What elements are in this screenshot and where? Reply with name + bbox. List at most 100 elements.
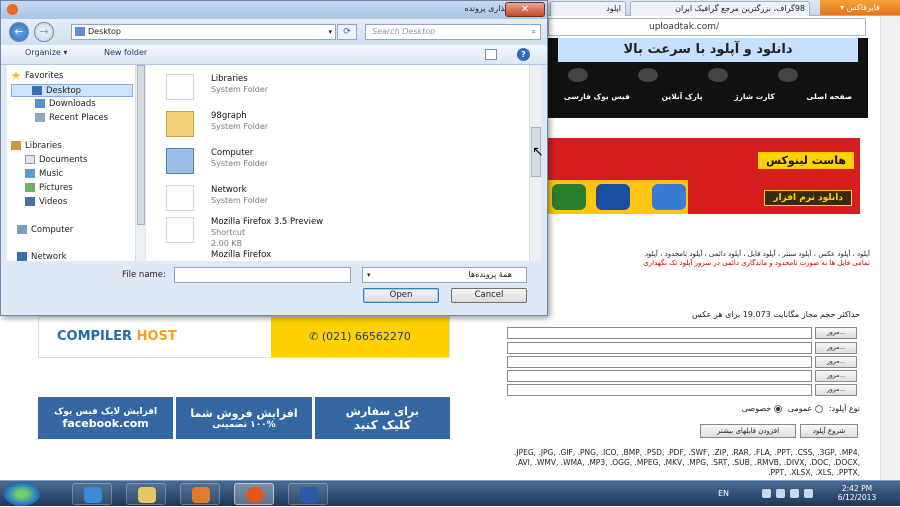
facebook-likes-ad[interactable]: افزایش لایک فیس بوک facebook.com: [38, 397, 174, 439]
upload-file-field[interactable]: [507, 370, 812, 382]
ad-line: افزایش فروش شما: [190, 406, 298, 420]
nav-music[interactable]: Music: [25, 168, 63, 181]
upload-file-field[interactable]: [507, 384, 812, 396]
list-item[interactable]: Network System Folder: [166, 181, 466, 215]
taskbar-ie[interactable]: [72, 483, 112, 505]
taskbar-word[interactable]: [288, 483, 328, 505]
file-name: Libraries: [211, 74, 248, 84]
private-radio[interactable]: [774, 404, 783, 413]
url-bar[interactable]: uploadtak.com/: [548, 18, 866, 36]
nav-home[interactable]: صفحه اصلی: [806, 92, 852, 101]
public-radio[interactable]: [815, 404, 824, 413]
nav-scroll-thumb[interactable]: [137, 65, 145, 225]
nav-downloads[interactable]: Downloads: [35, 98, 96, 111]
upload-keywords: آپلود ، آپلود عکس ، آپلود سنتر ، آپلود ف…: [644, 250, 870, 258]
nav-facebook[interactable]: فیس بوک فارسی: [564, 92, 630, 101]
order-ad[interactable]: برای سفارش کلیک کنید: [314, 397, 450, 439]
nav-park[interactable]: پارک آنلاین: [662, 92, 703, 101]
browse-button[interactable]: مرور...: [815, 342, 857, 354]
taskbar-explorer[interactable]: [126, 483, 166, 505]
public-label: عمومی: [787, 404, 813, 413]
nav-scrollbar[interactable]: [135, 65, 145, 261]
logo-text-host: HOST: [136, 329, 177, 344]
forward-button[interactable]: →: [34, 22, 54, 42]
flag-icon[interactable]: [776, 489, 785, 498]
new-folder-button[interactable]: New folder: [104, 48, 147, 57]
menu-label: فایرفاکس: [846, 3, 880, 12]
nav-recent-places[interactable]: Recent Places: [35, 112, 108, 125]
list-item[interactable]: Computer System Folder: [166, 144, 466, 178]
firefox-icon: [7, 4, 18, 15]
sales-ad[interactable]: افزایش فروش شما ۱۰۰% تضمینی: [176, 397, 312, 439]
upload-file-field[interactable]: [507, 356, 812, 368]
open-button[interactable]: Open: [363, 288, 439, 303]
chevron-down-icon[interactable]: ▾: [328, 25, 332, 39]
list-item[interactable]: Mozilla Firefox 3.5 Preview Shortcut 2.00 …: [166, 213, 466, 248]
nav-documents[interactable]: Documents: [25, 154, 87, 167]
nav-label: Pictures: [39, 183, 73, 193]
upload-file-field[interactable]: [507, 327, 812, 339]
browse-button[interactable]: مرور...: [815, 327, 857, 339]
site-slogan: دانلود و آپلود با سرعت بالا: [558, 38, 858, 62]
firefox-menu-button[interactable]: فایرفاکس ▾: [820, 0, 900, 15]
add-more-files-button[interactable]: افزودن فایلهای بیشتر: [700, 424, 796, 438]
nav-charge[interactable]: کارت شارژ: [734, 92, 774, 101]
nav-videos[interactable]: Videos: [25, 196, 67, 209]
taskbar: EN 2:42 PM 6/12/2013: [0, 480, 900, 506]
nav-label: Recent Places: [49, 113, 109, 123]
volume-icon[interactable]: [804, 489, 813, 498]
upload-file-field[interactable]: [507, 342, 812, 354]
file-name-input[interactable]: [174, 267, 351, 283]
tray-up-arrow-icon[interactable]: [762, 489, 771, 498]
browse-button[interactable]: مرور...: [815, 384, 857, 396]
navigation-pane: Favorites Desktop Downloads Recent Place…: [7, 65, 145, 264]
dialog-title-bar[interactable]: بارگذاری پرونده ✕: [1, 1, 547, 19]
taskbar-firefox[interactable]: [234, 483, 274, 505]
nav-libraries[interactable]: Libraries: [11, 140, 62, 153]
documents-icon: [25, 155, 35, 164]
close-icon[interactable]: ✕: [505, 2, 545, 17]
ad-line: facebook.com: [62, 416, 149, 430]
list-item[interactable]: Mozilla Firefox: [166, 250, 466, 261]
clock[interactable]: 2:42 PM 6/12/2013: [832, 484, 882, 502]
browse-button[interactable]: مرور...: [815, 356, 857, 368]
back-button[interactable]: ←: [9, 22, 29, 42]
ad-line: کلیک کنید: [353, 417, 411, 432]
browse-button[interactable]: مرور...: [815, 370, 857, 382]
start-button[interactable]: [4, 482, 40, 506]
search-icon: ⌕: [531, 27, 536, 36]
file-list-scrollbar[interactable]: [529, 65, 541, 261]
time: 2:42 PM: [841, 484, 873, 493]
view-options-icon[interactable]: [485, 49, 497, 60]
address-bar[interactable]: Desktop ▾: [71, 24, 336, 40]
nav-pictures[interactable]: Pictures: [25, 182, 73, 195]
nav-network[interactable]: Network: [17, 251, 67, 264]
refresh-button[interactable]: ⟳: [337, 24, 357, 40]
system-tray: EN 2:42 PM 6/12/2013: [712, 481, 900, 507]
nav-computer[interactable]: Computer: [17, 224, 73, 237]
organize-button[interactable]: Organize ▾: [25, 48, 67, 57]
nav-favorites[interactable]: Favorites: [11, 70, 63, 83]
linux-host-ad[interactable]: هاست لینوکس دانلود نرم افزار: [548, 138, 860, 214]
network-icon[interactable]: [790, 489, 799, 498]
network-icon: [166, 185, 194, 211]
nav-desktop[interactable]: Desktop: [11, 84, 133, 97]
nav-label: Libraries: [25, 141, 62, 151]
file-type-filter[interactable]: همهٔ پرونده‌ها ▾: [362, 267, 527, 283]
cancel-button[interactable]: Cancel: [451, 288, 527, 303]
list-item[interactable]: 98graph System Folder: [166, 107, 466, 141]
nav-icon: [568, 68, 588, 82]
compiler-host-ad[interactable]: COMPILER HOST ✆ (021) 66562270: [38, 316, 450, 358]
libraries-icon: [11, 141, 21, 150]
search-input[interactable]: Search Desktop ⌕: [365, 24, 541, 40]
language-indicator[interactable]: EN: [718, 489, 729, 498]
help-icon[interactable]: ?: [517, 48, 530, 61]
taskbar-media-player[interactable]: [180, 483, 220, 505]
file-type: System Folder: [211, 196, 269, 205]
page-scrollbar[interactable]: [880, 16, 900, 480]
start-upload-button[interactable]: شروع آپلود: [800, 424, 858, 438]
browser-tab-upload[interactable]: اپلود: [550, 1, 626, 16]
browser-tab-98graph[interactable]: 98گراف، بزرگترین مرجع گرافیک ایران: [630, 1, 810, 16]
tab-label: 98گراف، بزرگترین مرجع گرافیک ایران: [675, 4, 805, 13]
list-item[interactable]: Libraries System Folder: [166, 70, 466, 104]
